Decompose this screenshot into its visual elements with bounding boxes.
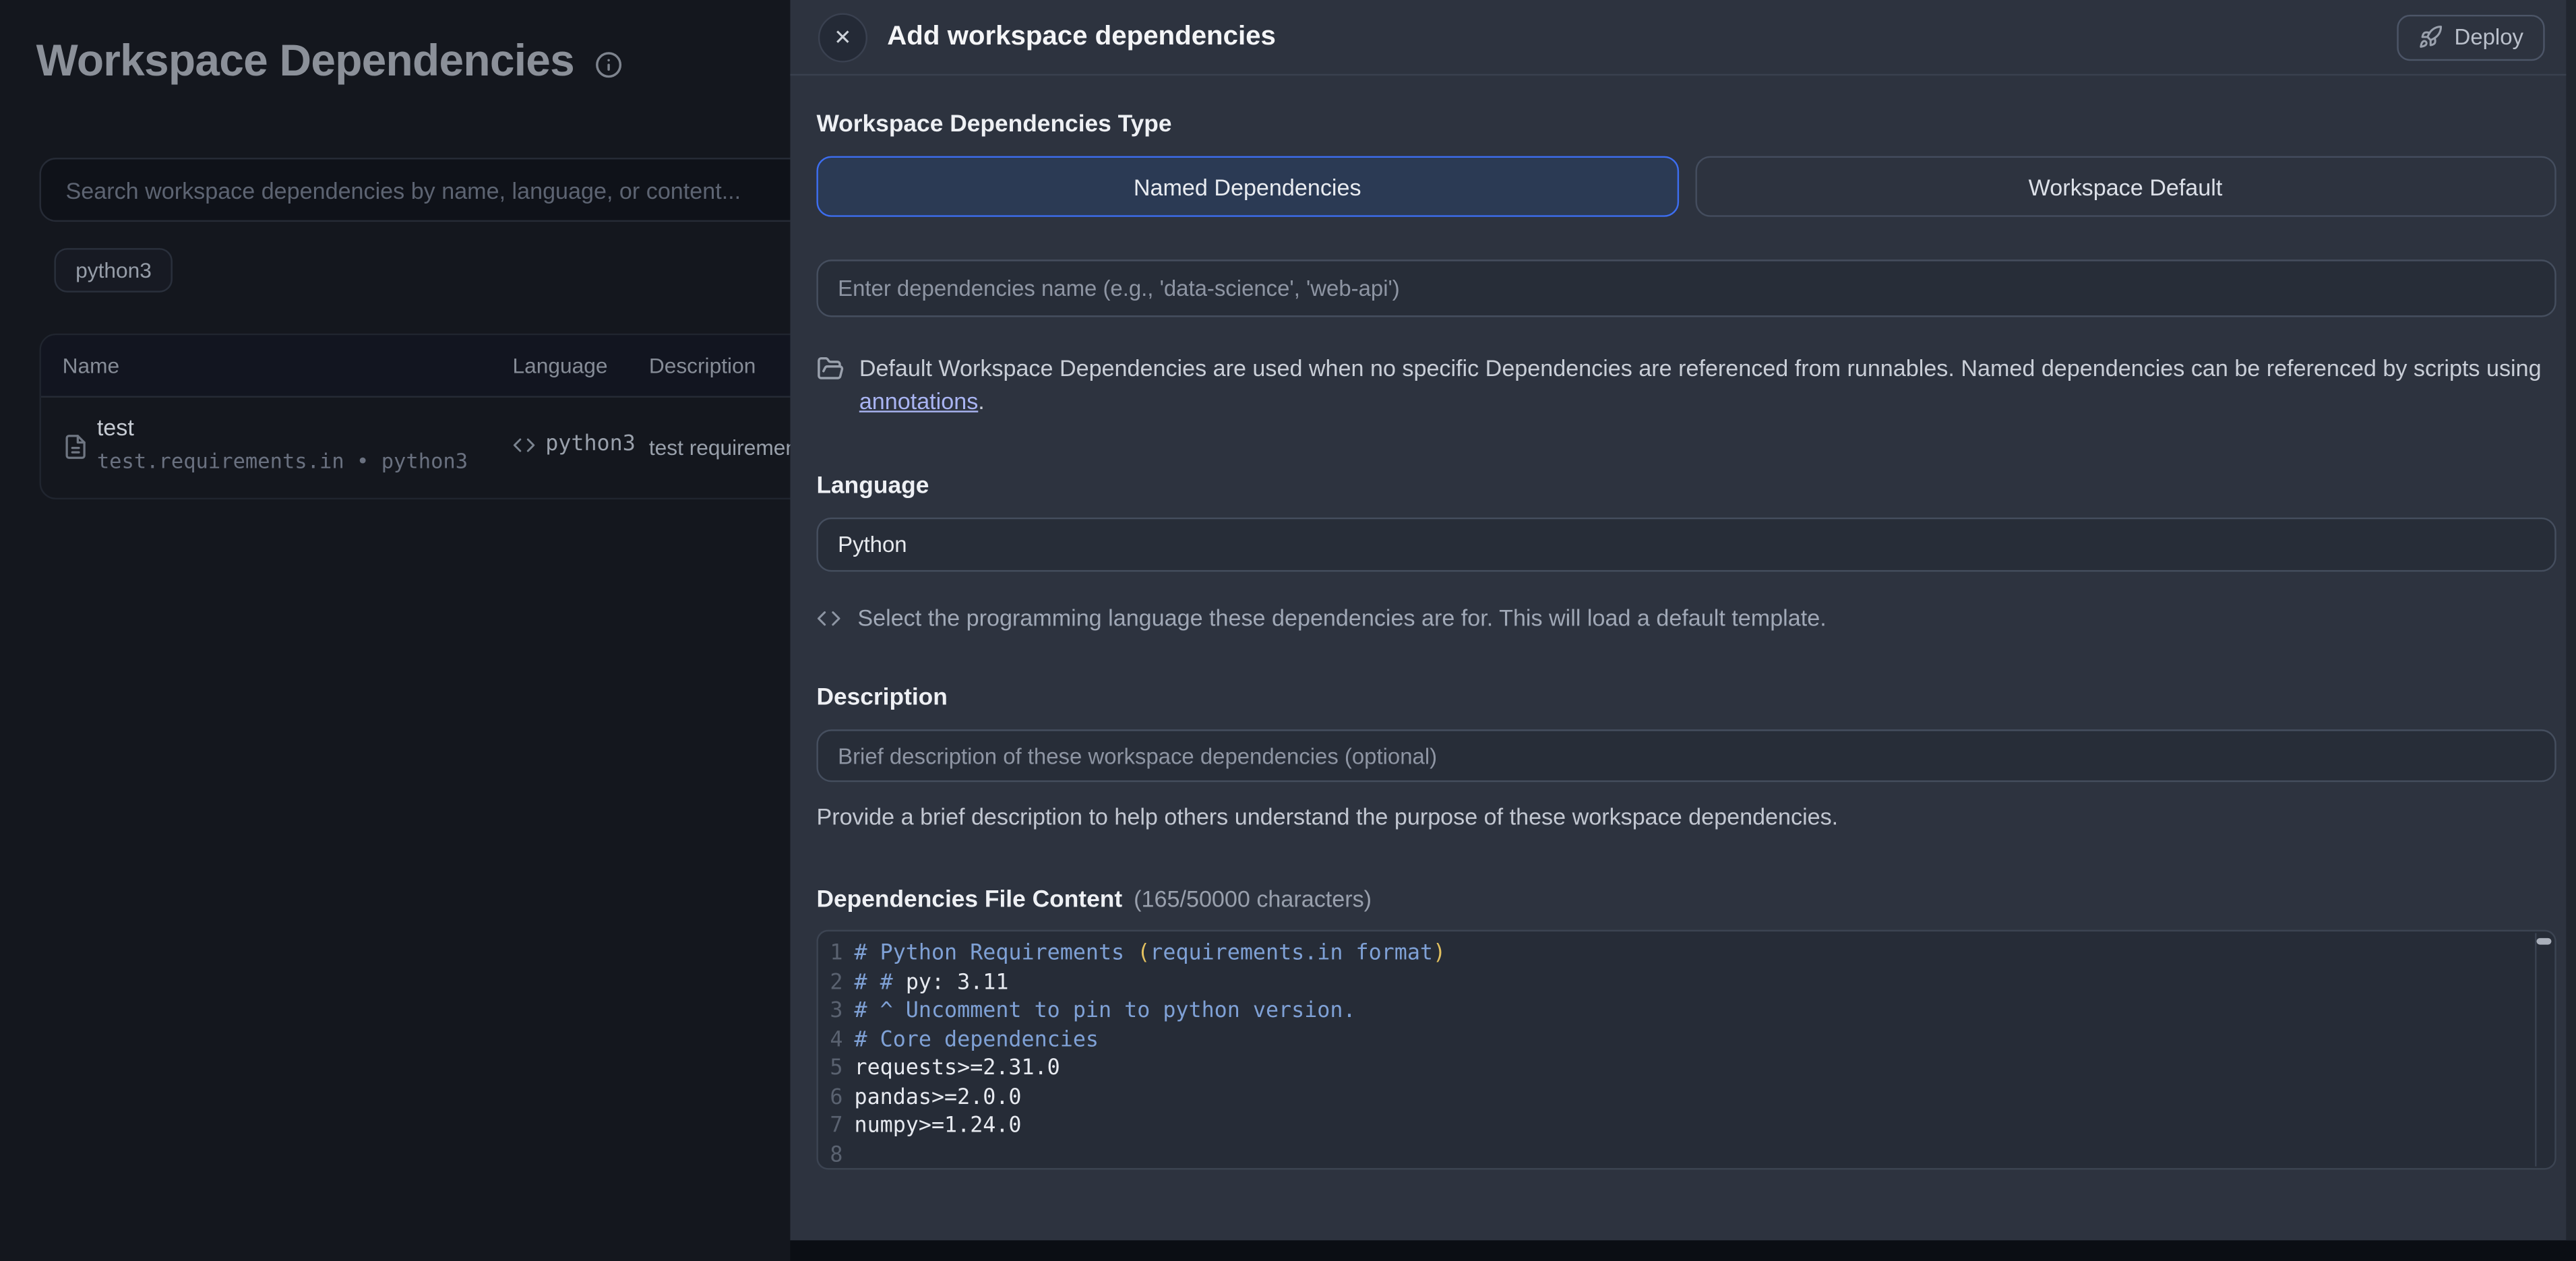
code-line: 2 # # py: 3.11 — [828, 968, 2555, 997]
row-language: python3 — [513, 432, 636, 457]
type-help-after: . — [978, 388, 984, 414]
code-segment: # ^ Uncomment to pin to python version. — [855, 997, 1356, 1026]
close-button[interactable]: ✕ — [818, 12, 867, 61]
code-lines: 1 # Python Requirements (requirements.in … — [828, 940, 2555, 1169]
page-title: Workspace Dependencies — [36, 36, 574, 88]
panel-header: ✕ Add workspace dependencies Deploy — [790, 0, 2576, 75]
description-input[interactable] — [816, 729, 2556, 782]
type-options: Named Dependencies Workspace Default — [816, 156, 2556, 217]
line-number: 1 — [828, 940, 843, 968]
app-root: Workspace Dependencies python3 Name Lang… — [0, 0, 2576, 1261]
line-number: 2 — [828, 968, 843, 997]
code-segment: ) — [1433, 940, 1446, 968]
row-name: test — [97, 414, 134, 440]
panel-scroll-gutter — [2566, 0, 2576, 1240]
page-title-row: Workspace Dependencies — [36, 36, 622, 88]
code-segment: # Python Requirements — [855, 940, 1138, 968]
line-number: 6 — [828, 1084, 843, 1113]
dependencies-name-input[interactable] — [816, 259, 2556, 317]
column-header-language: Language — [513, 353, 608, 378]
row-file-meta: test.requirements.in • python3 — [97, 448, 468, 473]
editor-scrollbar-track — [2535, 933, 2553, 1167]
code-line: 7 numpy>=1.24.0 — [828, 1112, 2555, 1141]
code-segment: ( — [1137, 940, 1150, 968]
code-line: 4 # Core dependencies — [828, 1026, 2555, 1055]
code-line: 3 # ^ Uncomment to pin to python version. — [828, 997, 2555, 1026]
annotations-link[interactable]: annotations — [859, 388, 978, 414]
code-line: 1 # Python Requirements (requirements.in … — [828, 940, 2555, 968]
deploy-button[interactable]: Deploy — [2397, 14, 2544, 60]
panel-title: Add workspace dependencies — [887, 22, 1276, 53]
description-label: Description — [816, 685, 2556, 711]
type-help-before: Default Workspace Dependencies are used … — [859, 355, 2542, 381]
code-segment: # Core dependencies — [855, 1026, 1099, 1055]
code-segment: requests>=2.31.0 — [855, 1055, 1060, 1084]
char-counter: (165/50000 characters) — [1134, 886, 1372, 912]
code-line: 6 pandas>=2.0.0 — [828, 1084, 2555, 1113]
column-header-name: Name — [63, 353, 120, 378]
code-segment: numpy>=1.24.0 — [855, 1112, 1022, 1141]
rocket-icon — [2418, 25, 2443, 50]
backdrop-strip — [790, 1240, 2576, 1261]
content-label: Dependencies File Content — [816, 887, 1122, 913]
code-segment: py: 3.11 — [906, 968, 1009, 997]
line-number: 5 — [828, 1055, 843, 1084]
code-segment: requirements.in format — [1150, 940, 1433, 968]
line-number: 4 — [828, 1026, 843, 1055]
type-option-workspace-default[interactable]: Workspace Default — [1694, 156, 2556, 217]
code-line: 5 requests>=2.31.0 — [828, 1055, 2555, 1084]
editor-scrollbar-thumb[interactable] — [2537, 938, 2552, 945]
code-line: 8 — [828, 1141, 2555, 1170]
language-label: Language — [816, 473, 2556, 499]
filter-chip-python3[interactable]: python3 — [54, 248, 173, 293]
row-language-label: python3 — [545, 432, 636, 457]
language-select-value: Python — [838, 532, 907, 557]
dependencies-file-editor[interactable]: 1 # Python Requirements (requirements.in … — [816, 930, 2556, 1170]
code-segment: # # — [855, 968, 906, 997]
language-help: Select the programming language these de… — [816, 605, 2556, 631]
code-segment: pandas>=2.0.0 — [855, 1084, 1022, 1113]
deploy-button-label: Deploy — [2455, 25, 2523, 50]
line-number: 3 — [828, 997, 843, 1026]
add-dependencies-panel: ✕ Add workspace dependencies Deploy Work… — [790, 0, 2576, 1240]
row-description: test requirements — [649, 435, 814, 460]
language-select[interactable]: Python — [816, 518, 2556, 572]
line-number: 7 — [828, 1112, 843, 1141]
content-label-row: Dependencies File Content (165/50000 cha… — [816, 886, 2556, 913]
info-icon[interactable] — [594, 50, 621, 78]
type-option-named[interactable]: Named Dependencies — [816, 156, 1678, 217]
line-number: 8 — [828, 1141, 843, 1170]
code-icon — [816, 605, 841, 630]
language-help-text: Select the programming language these de… — [857, 605, 1826, 631]
description-help: Provide a brief description to help othe… — [816, 803, 2556, 830]
panel-body: Workspace Dependencies Type Named Depend… — [790, 75, 2576, 1169]
type-help: Default Workspace Dependencies are used … — [816, 352, 2556, 418]
code-icon — [513, 433, 536, 456]
file-icon — [63, 431, 89, 464]
type-section-label: Workspace Dependencies Type — [816, 112, 2556, 138]
folder-open-icon — [816, 355, 844, 383]
column-header-description: Description — [649, 353, 756, 378]
type-help-text: Default Workspace Dependencies are used … — [859, 352, 2556, 418]
